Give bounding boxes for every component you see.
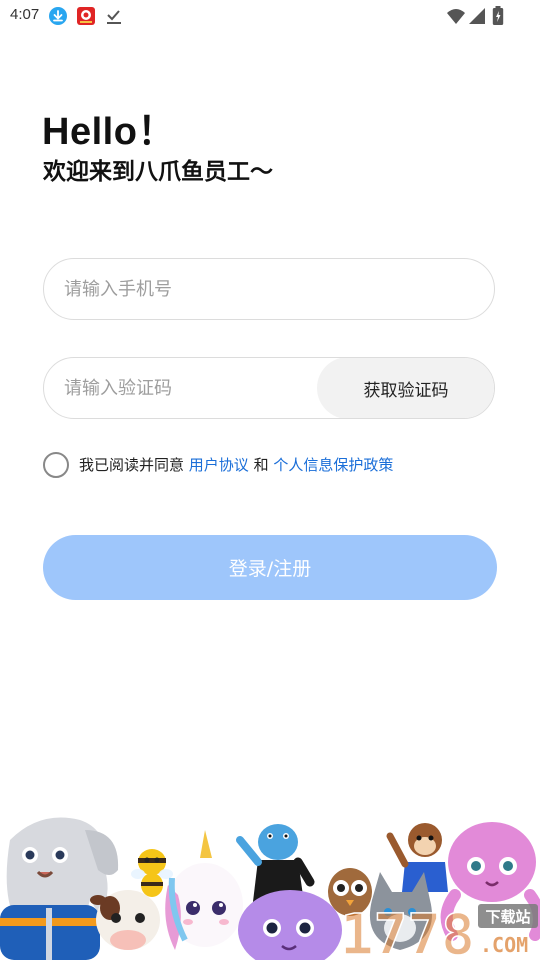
- get-code-button[interactable]: 获取验证码: [317, 358, 494, 418]
- battery-icon: [492, 6, 504, 25]
- login-register-button[interactable]: 登录/注册: [43, 535, 497, 600]
- unicorn-mascot: [165, 830, 243, 950]
- verification-code-field[interactable]: 获取验证码: [43, 357, 495, 419]
- greeting-subtitle: 欢迎来到八爪鱼员工～: [43, 159, 273, 185]
- cow-mascot: [90, 890, 160, 950]
- status-bar: 4:07: [0, 0, 540, 32]
- greeting-title: Hello！: [42, 111, 176, 153]
- status-time: 4:07: [10, 6, 40, 23]
- signal-icon: [469, 8, 485, 24]
- app-notification-icon: [77, 7, 95, 25]
- watermark-domain: .COM: [480, 933, 528, 957]
- elephant-mascot: [0, 817, 119, 960]
- phone-input[interactable]: [64, 259, 474, 319]
- agreement-and: 和: [248, 456, 274, 474]
- agreement-text: 我已阅读并同意 用户协议 和 个人信息保护政策: [79, 454, 393, 475]
- watermark: 1778 下载站 .COM: [336, 896, 540, 964]
- verification-code-input[interactable]: [64, 358, 314, 418]
- wifi-icon: [447, 9, 465, 24]
- bee-mascot: [131, 849, 173, 897]
- phone-field[interactable]: [43, 258, 495, 320]
- privacy-policy-link[interactable]: 个人信息保护政策: [273, 456, 393, 474]
- agreement-checkbox[interactable]: [43, 452, 69, 478]
- watermark-logo-icon: 1778 下载站 .COM: [339, 902, 538, 964]
- agreement-prefix: 我已阅读并同意: [79, 456, 189, 474]
- download-icon: [49, 7, 67, 25]
- watermark-site: 下载站: [485, 908, 530, 926]
- check-download-icon: [107, 10, 121, 24]
- watermark-brand: 1778: [340, 903, 475, 960]
- user-agreement-link[interactable]: 用户协议: [189, 456, 249, 474]
